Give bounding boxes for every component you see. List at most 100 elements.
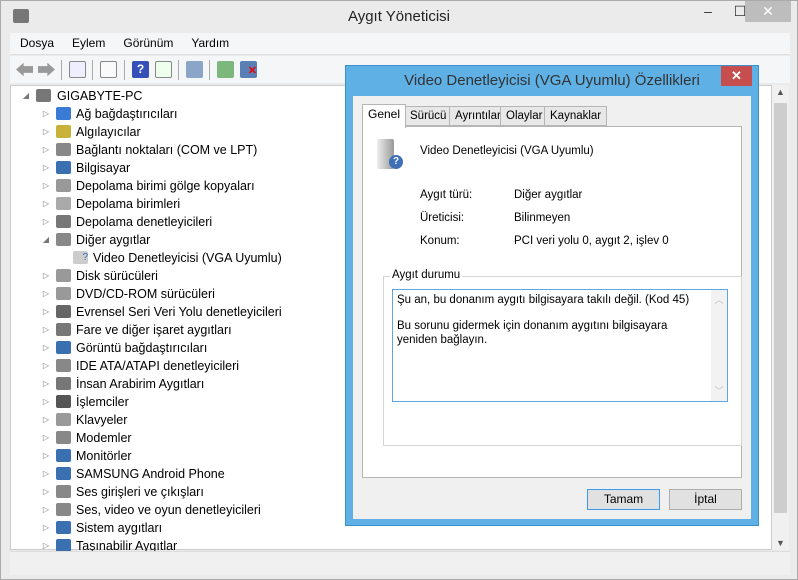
tree-category-label: Disk sürücüleri: [76, 269, 158, 283]
menu-gorunum[interactable]: Görünüm: [113, 33, 181, 50]
toolbar-separator: [178, 60, 179, 80]
unknown-device-icon: ?: [73, 251, 88, 264]
scroll-thumb[interactable]: [774, 103, 787, 513]
help-icon[interactable]: ?: [132, 61, 149, 78]
title-bar: Aygıt Yöneticisi – ☐ ✕: [1, 1, 797, 32]
tree-category-label: Ses girişleri ve çıkışları: [76, 485, 204, 499]
device-status-group: Aygıt durumu Şu an, bu donanım aygıtı bi…: [383, 269, 742, 446]
category-icon: [56, 431, 71, 444]
category-icon: [56, 485, 71, 498]
tab-surucu[interactable]: Sürücü: [404, 106, 453, 126]
tab-kaynaklar[interactable]: Kaynaklar: [544, 106, 608, 126]
uninstall-icon[interactable]: ✕: [240, 61, 257, 78]
ok-button[interactable]: Tamam: [587, 489, 660, 510]
category-icon: [56, 125, 71, 138]
window-title: Aygıt Yöneticisi: [347, 8, 450, 25]
tree-category-label: İşlemciler: [76, 395, 129, 409]
expand-icon[interactable]: ▷: [41, 465, 51, 483]
category-icon: [56, 503, 71, 516]
general-tab-panel: ? Video Denetleyicisi (VGA Uyumlu) Aygıt…: [362, 126, 742, 478]
tree-category-label: SAMSUNG Android Phone: [76, 467, 225, 481]
tree-category-label: Ağ bağdaştırıcıları: [76, 107, 178, 121]
dialog-title: Video Denetleyicisi (VGA Uyumlu) Özellik…: [404, 72, 700, 89]
tree-category-label: Fare ve diğer işaret aygıtları: [76, 323, 232, 337]
expand-icon[interactable]: ▷: [41, 285, 51, 303]
expand-icon[interactable]: ▷: [41, 321, 51, 339]
expand-icon[interactable]: ▷: [41, 357, 51, 375]
cancel-button[interactable]: İptal: [669, 489, 742, 510]
category-icon: [56, 179, 71, 192]
expand-icon[interactable]: ▷: [41, 393, 51, 411]
textbox-scrollbar[interactable]: ︿ ﹀: [711, 290, 727, 401]
manufacturer-label: Üreticisi:: [420, 212, 465, 224]
expand-icon[interactable]: ▷: [41, 519, 51, 537]
close-button[interactable]: ✕: [745, 1, 791, 22]
tree-category-label: Algılayıcılar: [76, 125, 141, 139]
category-icon: [56, 215, 71, 228]
expand-icon[interactable]: ▷: [41, 339, 51, 357]
tree-category-label: İnsan Arabirim Aygıtları: [76, 377, 205, 391]
category-icon: [56, 143, 71, 156]
tree-category-label: Evrensel Seri Veri Yolu denetleyicileri: [76, 305, 282, 319]
category-icon: [56, 377, 71, 390]
tree-scrollbar[interactable]: ▲ ▼: [772, 85, 789, 550]
tree-category-label: DVD/CD-ROM sürücüleri: [76, 287, 215, 301]
expand-icon[interactable]: ▷: [41, 447, 51, 465]
scroll-down-arrow[interactable]: ▼: [772, 538, 789, 548]
collapse-icon[interactable]: ◢: [21, 87, 31, 105]
properties-icon[interactable]: [100, 61, 117, 78]
device-type-label: Aygıt türü:: [420, 189, 473, 201]
location-label: Konum:: [420, 235, 460, 247]
expand-icon[interactable]: ▷: [41, 105, 51, 123]
expand-icon[interactable]: ▷: [41, 195, 51, 213]
expand-icon[interactable]: ▷: [41, 411, 51, 429]
category-icon: [56, 467, 71, 480]
location-value: PCI veri yolu 0, aygıt 2, işlev 0: [514, 235, 669, 247]
expand-icon[interactable]: ▷: [41, 123, 51, 141]
update-driver-icon[interactable]: [217, 61, 234, 78]
device-name: Video Denetleyicisi (VGA Uyumlu): [420, 145, 594, 157]
expand-icon[interactable]: ▷: [41, 213, 51, 231]
back-icon[interactable]: [16, 62, 33, 77]
expand-icon[interactable]: ▷: [41, 141, 51, 159]
category-icon: [56, 359, 71, 372]
toolbar-separator: [92, 60, 93, 80]
tree-category-label: Bağlantı noktaları (COM ve LPT): [76, 143, 258, 157]
device-status-textbox[interactable]: Şu an, bu donanım aygıtı bilgisayara tak…: [392, 289, 728, 402]
tree-category-label: Diğer aygıtlar: [76, 233, 151, 247]
menu-eylem[interactable]: Eylem: [62, 33, 113, 50]
expand-icon[interactable]: ▷: [41, 267, 51, 285]
action-pane-icon[interactable]: [155, 61, 172, 78]
expand-icon[interactable]: ▷: [41, 159, 51, 177]
collapse-icon[interactable]: ◢: [41, 231, 51, 249]
expand-icon[interactable]: ▷: [41, 375, 51, 393]
expand-icon[interactable]: ▷: [41, 177, 51, 195]
computer-icon: [36, 89, 51, 102]
show-hide-console-tree-icon[interactable]: [69, 61, 86, 78]
category-icon: [56, 233, 71, 246]
menu-yardim[interactable]: Yardım: [181, 33, 237, 50]
category-icon: [56, 197, 71, 210]
expand-icon[interactable]: ▷: [41, 483, 51, 501]
forward-icon[interactable]: [38, 62, 55, 77]
tree-category-label: Sistem aygıtları: [76, 521, 163, 535]
category-icon: [56, 395, 71, 408]
tab-olaylar[interactable]: Olaylar: [500, 106, 549, 126]
unknown-device-icon: ?: [389, 155, 403, 169]
category-icon: [56, 269, 71, 282]
expand-icon[interactable]: ▷: [41, 429, 51, 447]
dialog-close-button[interactable]: ✕: [721, 66, 752, 86]
scroll-up-arrow[interactable]: ▲: [772, 87, 789, 97]
category-icon: [56, 107, 71, 120]
menu-dosya[interactable]: Dosya: [10, 33, 62, 50]
scan-hardware-icon[interactable]: [186, 61, 203, 78]
expand-icon[interactable]: ▷: [41, 501, 51, 519]
properties-dialog: Video Denetleyicisi (VGA Uyumlu) Özellik…: [345, 65, 759, 526]
tab-genel[interactable]: Genel: [362, 104, 407, 128]
expand-icon[interactable]: ▷: [41, 303, 51, 321]
category-icon: [56, 305, 71, 318]
tab-ayrintilar[interactable]: Ayrıntılar: [449, 106, 507, 126]
status-line-1: Şu an, bu donanım aygıtı bilgisayara tak…: [397, 294, 690, 306]
tree-category-label: Klavyeler: [76, 413, 128, 427]
tree-category-label: Monitörler: [76, 449, 132, 463]
